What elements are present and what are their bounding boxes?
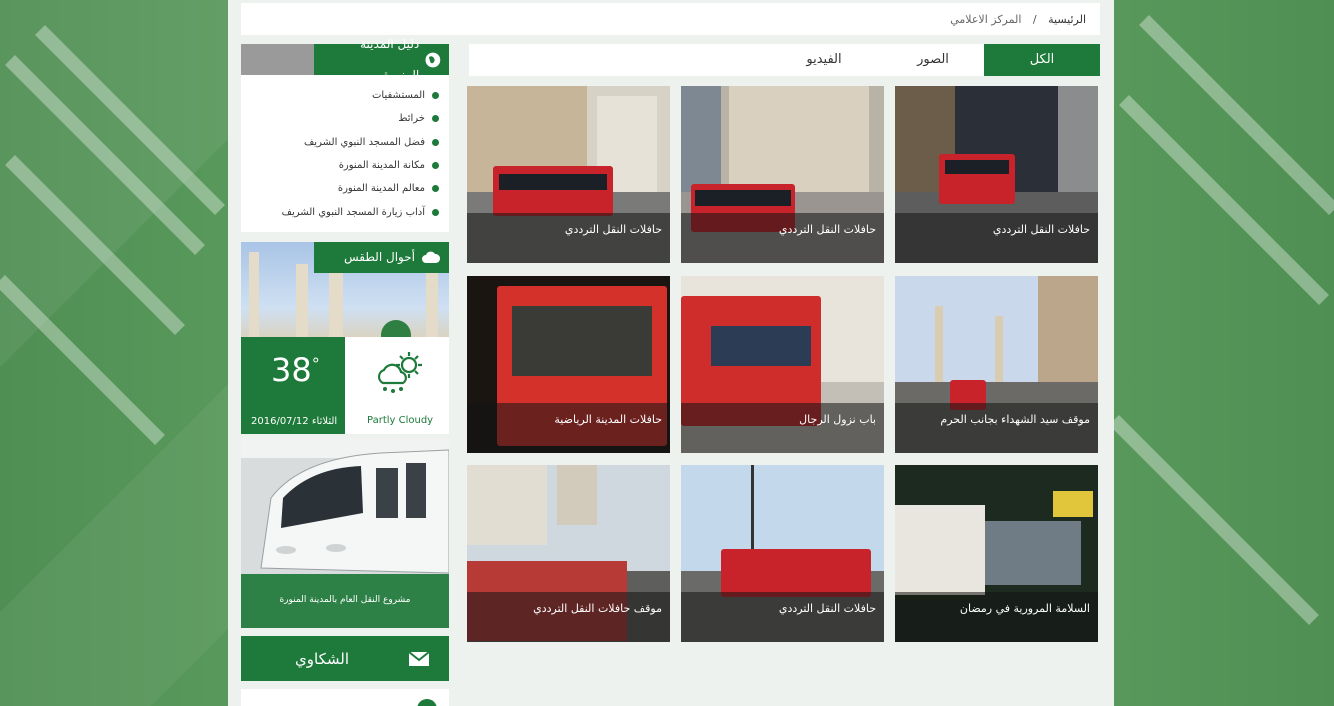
gallery-item[interactable]: حافلات النقل الترددي	[681, 465, 884, 642]
gallery-item[interactable]: حافلات المدينة الرياضية	[467, 276, 670, 453]
gallery-caption: حافلات النقل الترددي	[681, 592, 884, 642]
city-guide-item[interactable]: فضل المسجد النبوي الشريف	[241, 131, 439, 154]
partly-cloudy-rain-icon	[377, 352, 422, 393]
gallery-item[interactable]: حافلات النقل الترددي	[467, 86, 670, 263]
gallery-caption: حافلات النقل الترددي	[895, 213, 1098, 263]
gallery-item[interactable]: موقف سيد الشهداء بجانب الحرم	[895, 276, 1098, 453]
breadcrumb-separator: /	[1032, 13, 1037, 26]
city-guide-header: دليل المدينة المنورة	[241, 37, 449, 82]
tab-all[interactable]: الكل	[984, 44, 1100, 76]
bullet-icon	[432, 115, 439, 123]
complaints-button[interactable]: الشكاوي	[241, 636, 449, 681]
gallery-caption: موقف حافلات النقل الترددي	[467, 592, 670, 642]
gallery-caption: حافلات المدينة الرياضية	[467, 403, 670, 453]
next-panel-partial	[241, 689, 449, 706]
city-guide-item[interactable]: مكانة المدينة المنورة	[241, 154, 439, 177]
train-project-banner[interactable]: مشروع النقل العام بالمدينة المنورة	[241, 438, 449, 628]
bullet-icon	[432, 138, 439, 146]
gallery-caption: السلامة المرورية في رمضان	[895, 592, 1098, 642]
gallery-caption: موقف سيد الشهداء بجانب الحرم	[895, 403, 1098, 453]
sidebar: دليل المدينة المنورة المستشفيات خرائط فض…	[241, 37, 449, 706]
train-image	[241, 438, 449, 578]
gallery-item[interactable]: السلامة المرورية في رمضان	[895, 465, 1098, 642]
gallery-item[interactable]: موقف حافلات النقل الترددي	[467, 465, 670, 642]
city-guide-item[interactable]: خرائط	[241, 107, 439, 130]
weather-condition: Partly Cloudy	[367, 415, 434, 426]
bullet-icon	[432, 208, 439, 216]
weather-date: الثلاثاء 2016/07/12	[251, 416, 338, 427]
breadcrumb-current: المركز الاعلامي	[950, 13, 1022, 26]
envelope-icon	[409, 651, 429, 666]
train-project-caption: مشروع النقل العام بالمدينة المنورة	[241, 574, 449, 628]
weather-header: أحوال الطقس	[314, 242, 449, 273]
tab-videos[interactable]: الفيديو	[766, 44, 882, 76]
page-container: الرئيسية / المركز الاعلامي دليل المدينة …	[228, 0, 1114, 706]
gallery-caption: حافلات النقل الترددي	[681, 213, 884, 263]
temperature-value: 38°	[271, 351, 320, 389]
decorative-arrows-icon	[0, 25, 225, 445]
gallery-item[interactable]: حافلات النقل الترددي	[895, 86, 1098, 263]
weather-panel: أحوال الطقس 38° الثلاثاء 2016/07/12 Part…	[241, 242, 449, 434]
bullet-icon	[432, 92, 439, 100]
condition-box: Partly Cloudy	[345, 337, 449, 434]
clock-icon	[417, 699, 437, 706]
tab-photos[interactable]: الصور	[882, 44, 984, 76]
cloud-icon	[422, 251, 441, 263]
decorative-arrows-icon	[1114, 15, 1334, 625]
globe-icon	[425, 52, 441, 67]
city-guide-title: دليل المدينة المنورة	[314, 37, 449, 82]
bullet-icon	[432, 162, 439, 170]
temperature-box: 38° الثلاثاء 2016/07/12	[241, 337, 345, 434]
gallery-caption: حافلات النقل الترددي	[467, 213, 670, 263]
bullet-icon	[432, 185, 439, 193]
gallery-caption: باب نزول الرجال	[681, 403, 884, 453]
gallery-item[interactable]: باب نزول الرجال	[681, 276, 884, 453]
city-guide-list: المستشفيات خرائط فضل المسجد النبوي الشري…	[241, 75, 449, 224]
media-tabs: الكل الصور الفيديو	[469, 44, 1100, 76]
city-guide-panel: دليل المدينة المنورة المستشفيات خرائط فض…	[241, 37, 449, 232]
city-guide-item[interactable]: معالم المدينة المنورة	[241, 177, 439, 200]
city-guide-item[interactable]: آداب زيارة المسجد النبوي الشريف	[241, 200, 439, 223]
gallery-item[interactable]: حافلات النقل الترددي	[681, 86, 884, 263]
breadcrumb-home[interactable]: الرئيسية	[1048, 13, 1086, 26]
